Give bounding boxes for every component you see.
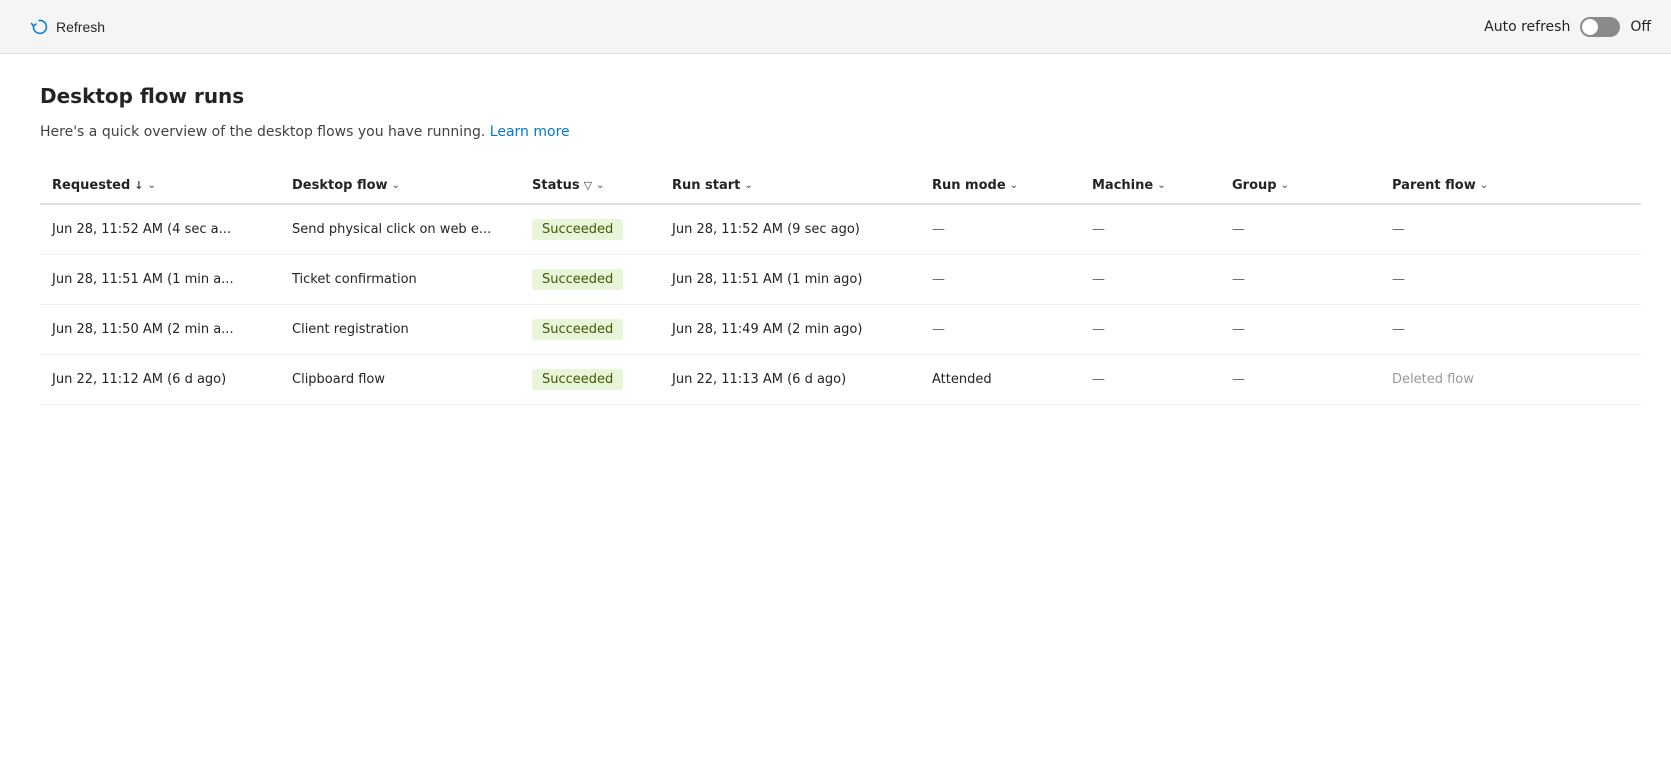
page-title: Desktop flow runs [40, 84, 1641, 108]
learn-more-link[interactable]: Learn more [490, 124, 570, 140]
cell-group: — [1220, 305, 1380, 355]
col-header-run-mode[interactable]: Run mode ⌄ [920, 168, 1080, 204]
cell-run-mode: — [920, 204, 1080, 255]
main-content: Desktop flow runs Here's a quick overvie… [0, 54, 1671, 763]
toggle-state-label: Off [1630, 19, 1651, 35]
chevron-down-icon: ⌄ [392, 180, 400, 191]
cell-status: Succeeded [520, 305, 660, 355]
table-row[interactable]: Jun 28, 11:52 AM (4 sec a...Send physica… [40, 204, 1641, 255]
cell-requested: Jun 28, 11:51 AM (1 min a... [40, 255, 280, 305]
flow-runs-table: Requested ↓ ⌄ Desktop flow ⌄ Status ▽ [40, 168, 1641, 405]
cell-machine: — [1080, 355, 1220, 405]
cell-parent-flow: — [1380, 204, 1641, 255]
cell-run-mode: — [920, 305, 1080, 355]
col-header-run-start[interactable]: Run start ⌄ [660, 168, 920, 204]
cell-machine: — [1080, 305, 1220, 355]
col-header-machine[interactable]: Machine ⌄ [1080, 168, 1220, 204]
chevron-down-icon: ⌄ [1281, 180, 1289, 191]
cell-status: Succeeded [520, 255, 660, 305]
chevron-down-icon: ⌄ [596, 180, 604, 191]
auto-refresh-label: Auto refresh [1484, 19, 1570, 35]
cell-run-start: Jun 28, 11:52 AM (9 sec ago) [660, 204, 920, 255]
chevron-down-icon: ⌄ [1010, 180, 1018, 191]
cell-desktop-flow: Client registration [280, 305, 520, 355]
filter-icon: ▽ [584, 179, 592, 192]
status-badge: Succeeded [532, 219, 623, 240]
chevron-down-icon: ⌄ [1480, 180, 1488, 191]
sort-icon: ↓ [134, 179, 143, 192]
cell-run-start: Jun 22, 11:13 AM (6 d ago) [660, 355, 920, 405]
col-header-requested[interactable]: Requested ↓ ⌄ [40, 168, 280, 204]
col-header-group[interactable]: Group ⌄ [1220, 168, 1380, 204]
cell-group: — [1220, 204, 1380, 255]
col-header-status[interactable]: Status ▽ ⌄ [520, 168, 660, 204]
cell-machine: — [1080, 204, 1220, 255]
table-body: Jun 28, 11:52 AM (4 sec a...Send physica… [40, 204, 1641, 405]
cell-parent-flow: — [1380, 255, 1641, 305]
status-badge: Succeeded [532, 269, 623, 290]
col-header-desktop-flow[interactable]: Desktop flow ⌄ [280, 168, 520, 204]
chevron-down-icon: ⌄ [744, 180, 752, 191]
cell-status: Succeeded [520, 355, 660, 405]
top-bar: Refresh Auto refresh Off [0, 0, 1671, 54]
refresh-button[interactable]: Refresh [20, 12, 115, 42]
cell-desktop-flow: Ticket confirmation [280, 255, 520, 305]
cell-run-start: Jun 28, 11:49 AM (2 min ago) [660, 305, 920, 355]
table-row[interactable]: Jun 28, 11:50 AM (2 min a...Client regis… [40, 305, 1641, 355]
cell-status: Succeeded [520, 204, 660, 255]
cell-run-start: Jun 28, 11:51 AM (1 min ago) [660, 255, 920, 305]
cell-requested: Jun 22, 11:12 AM (6 d ago) [40, 355, 280, 405]
cell-parent-flow: — [1380, 305, 1641, 355]
table-header: Requested ↓ ⌄ Desktop flow ⌄ Status ▽ [40, 168, 1641, 204]
col-header-parent-flow[interactable]: Parent flow ⌄ [1380, 168, 1641, 204]
chevron-down-icon: ⌄ [1157, 180, 1165, 191]
cell-desktop-flow: Send physical click on web e... [280, 204, 520, 255]
cell-requested: Jun 28, 11:50 AM (2 min a... [40, 305, 280, 355]
cell-group: — [1220, 355, 1380, 405]
status-badge: Succeeded [532, 369, 623, 390]
auto-refresh-toggle[interactable] [1580, 17, 1620, 37]
cell-run-mode: Attended [920, 355, 1080, 405]
cell-run-mode: — [920, 255, 1080, 305]
table-row[interactable]: Jun 22, 11:12 AM (6 d ago)Clipboard flow… [40, 355, 1641, 405]
page-description: Here's a quick overview of the desktop f… [40, 124, 1641, 140]
auto-refresh-group: Auto refresh Off [1484, 17, 1651, 37]
cell-parent-flow: Deleted flow [1380, 355, 1641, 405]
status-badge: Succeeded [532, 319, 623, 340]
refresh-label: Refresh [56, 19, 105, 35]
chevron-down-icon: ⌄ [148, 180, 156, 191]
cell-requested: Jun 28, 11:52 AM (4 sec a... [40, 204, 280, 255]
cell-desktop-flow: Clipboard flow [280, 355, 520, 405]
cell-machine: — [1080, 255, 1220, 305]
cell-group: — [1220, 255, 1380, 305]
refresh-icon [30, 18, 48, 36]
table-row[interactable]: Jun 28, 11:51 AM (1 min a...Ticket confi… [40, 255, 1641, 305]
